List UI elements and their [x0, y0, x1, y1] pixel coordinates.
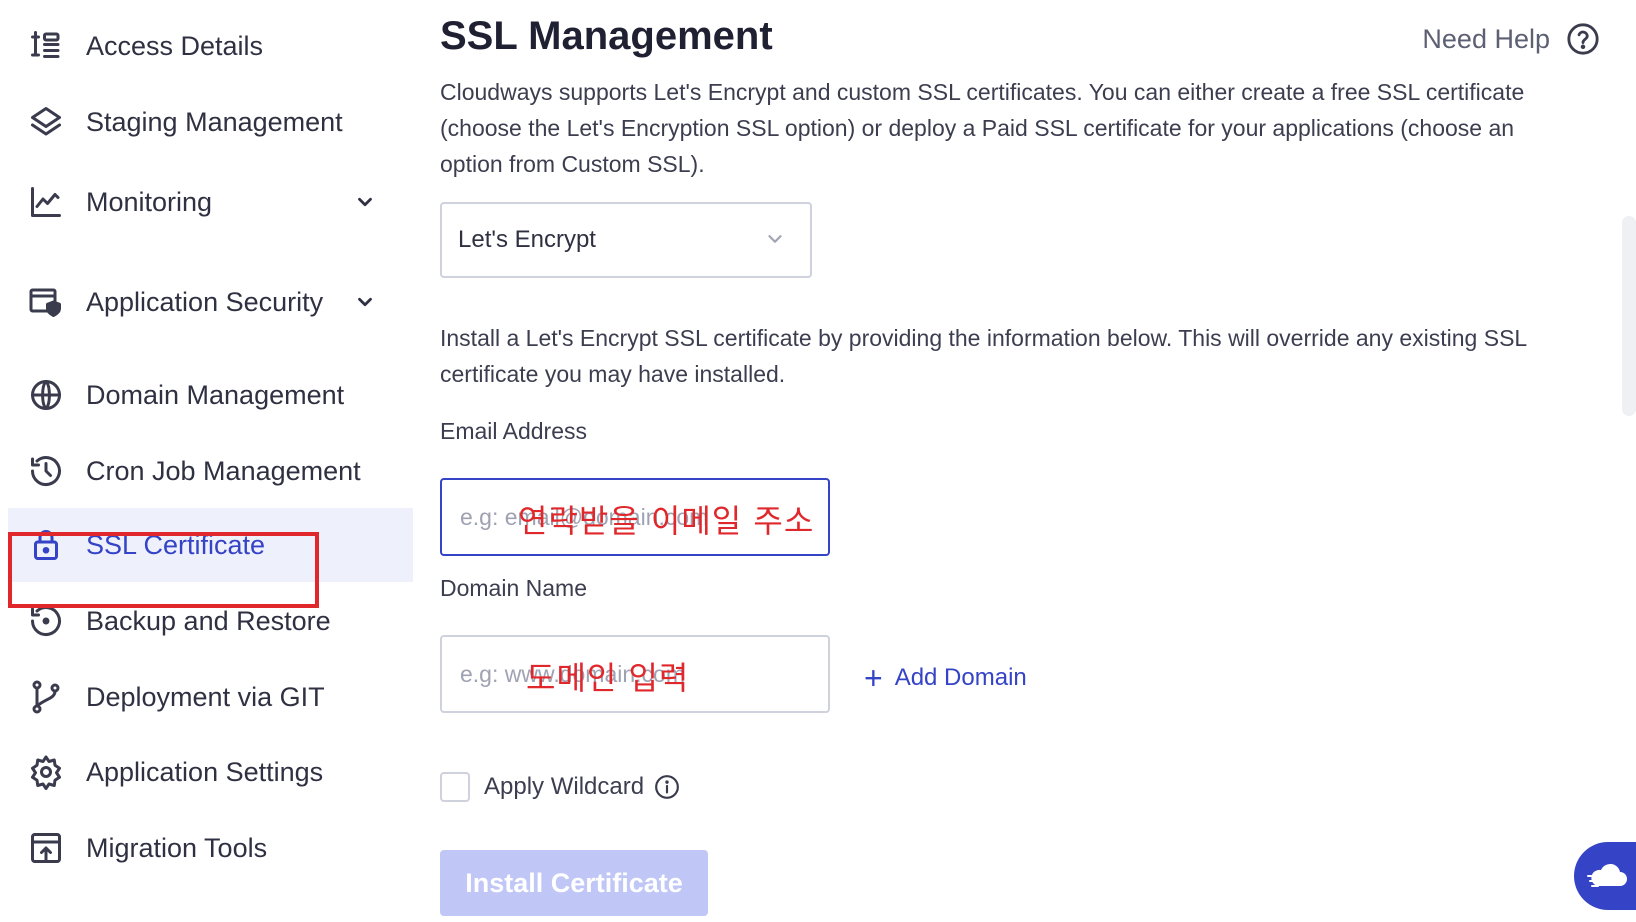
- chevron-down-icon[interactable]: [353, 290, 377, 314]
- sidebar-item-application-security[interactable]: Application Security: [8, 262, 413, 342]
- sidebar-item-label: Access Details: [86, 31, 264, 61]
- scrollbar[interactable]: [1622, 216, 1636, 416]
- shield-window-icon: [26, 282, 66, 322]
- sidebar-item-monitoring[interactable]: Monitoring: [8, 180, 413, 224]
- layers-icon: [26, 102, 66, 142]
- sidebar-item-ssl-certificate[interactable]: SSL Certificate: [8, 508, 413, 582]
- restore-icon: [26, 601, 66, 641]
- chevron-down-icon[interactable]: [353, 190, 377, 214]
- domain-label: Domain Name: [440, 575, 587, 601]
- email-field-wrapper: [440, 478, 830, 556]
- need-help-link[interactable]: Need Help: [1422, 22, 1600, 56]
- migration-icon: [26, 828, 66, 868]
- sidebar-item-label: Staging Management: [86, 107, 343, 137]
- add-domain-label: Add Domain: [894, 664, 1027, 691]
- sidebar-item-application-settings[interactable]: Application Settings: [8, 750, 413, 794]
- domain-field[interactable]: [440, 635, 830, 713]
- git-branch-icon: [26, 677, 66, 717]
- sidebar-item-backup-and-restore[interactable]: Backup and Restore: [8, 599, 413, 643]
- domain-field-wrapper: [440, 635, 830, 713]
- page-title: SSL Management: [440, 14, 773, 58]
- ssl-type-select[interactable]: Let's Encrypt: [440, 202, 812, 278]
- www-globe-icon: [26, 375, 66, 415]
- sidebar-item-label: Application Settings: [86, 757, 324, 787]
- sidebar-item-deployment-via-git[interactable]: Deployment via GIT: [8, 675, 413, 719]
- chart-line-icon: [26, 182, 66, 222]
- install-note: Install a Let's Encrypt SSL certificate …: [440, 325, 1527, 387]
- install-certificate-button[interactable]: Install Certificate: [440, 850, 708, 916]
- email-field[interactable]: [440, 478, 830, 556]
- ssl-description: Cloudways supports Let's Encrypt and cus…: [440, 79, 1525, 177]
- sidebar-item-label: Application Security: [86, 287, 324, 317]
- sidebar-item-label: Backup and Restore: [86, 606, 331, 636]
- info-icon[interactable]: [654, 774, 680, 800]
- sidebar-item-label: SSL Certificate: [86, 530, 266, 560]
- gear-icon: [26, 752, 66, 792]
- need-help-label: Need Help: [1422, 23, 1550, 54]
- sidebar-item-label: Cron Job Management: [86, 456, 361, 486]
- apply-wildcard-row: Apply Wildcard: [440, 772, 680, 802]
- ssl-management-page: Access Details Staging Management Monito…: [0, 0, 1636, 922]
- plus-icon: +: [864, 660, 883, 696]
- sidebar-item-label: Migration Tools: [86, 833, 268, 863]
- sidebar-item-label: Domain Management: [86, 380, 345, 410]
- sidebar-item-domain-management[interactable]: Domain Management: [8, 373, 413, 417]
- sidebar-item-label: Deployment via GIT: [86, 682, 325, 712]
- cloud-chat-icon: [1587, 863, 1627, 887]
- question-circle-icon: [1566, 22, 1600, 56]
- chevron-down-icon: [764, 228, 788, 252]
- add-domain-button[interactable]: + Add Domain: [864, 660, 1027, 696]
- apply-wildcard-label: Apply Wildcard: [484, 773, 645, 800]
- lock-icon: [26, 525, 66, 565]
- sidebar-item-access-details[interactable]: Access Details: [8, 24, 413, 68]
- apply-wildcard-checkbox[interactable]: [440, 772, 470, 802]
- email-label: Email Address: [440, 418, 588, 444]
- chat-support-button[interactable]: [1574, 842, 1636, 910]
- sidebar-item-staging-management[interactable]: Staging Management: [8, 100, 413, 144]
- sidebar: Access Details Staging Management Monito…: [0, 0, 414, 922]
- ssl-type-selected-value: Let's Encrypt: [458, 226, 596, 253]
- main-content: SSL Management Need Help Cloudways suppo…: [440, 0, 1600, 922]
- access-details-icon: [26, 26, 66, 66]
- sidebar-item-migration-tools[interactable]: Migration Tools: [8, 826, 413, 870]
- sidebar-item-label: Monitoring: [86, 187, 213, 217]
- history-clock-icon: [26, 451, 66, 491]
- sidebar-item-cron-job-management[interactable]: Cron Job Management: [8, 449, 413, 493]
